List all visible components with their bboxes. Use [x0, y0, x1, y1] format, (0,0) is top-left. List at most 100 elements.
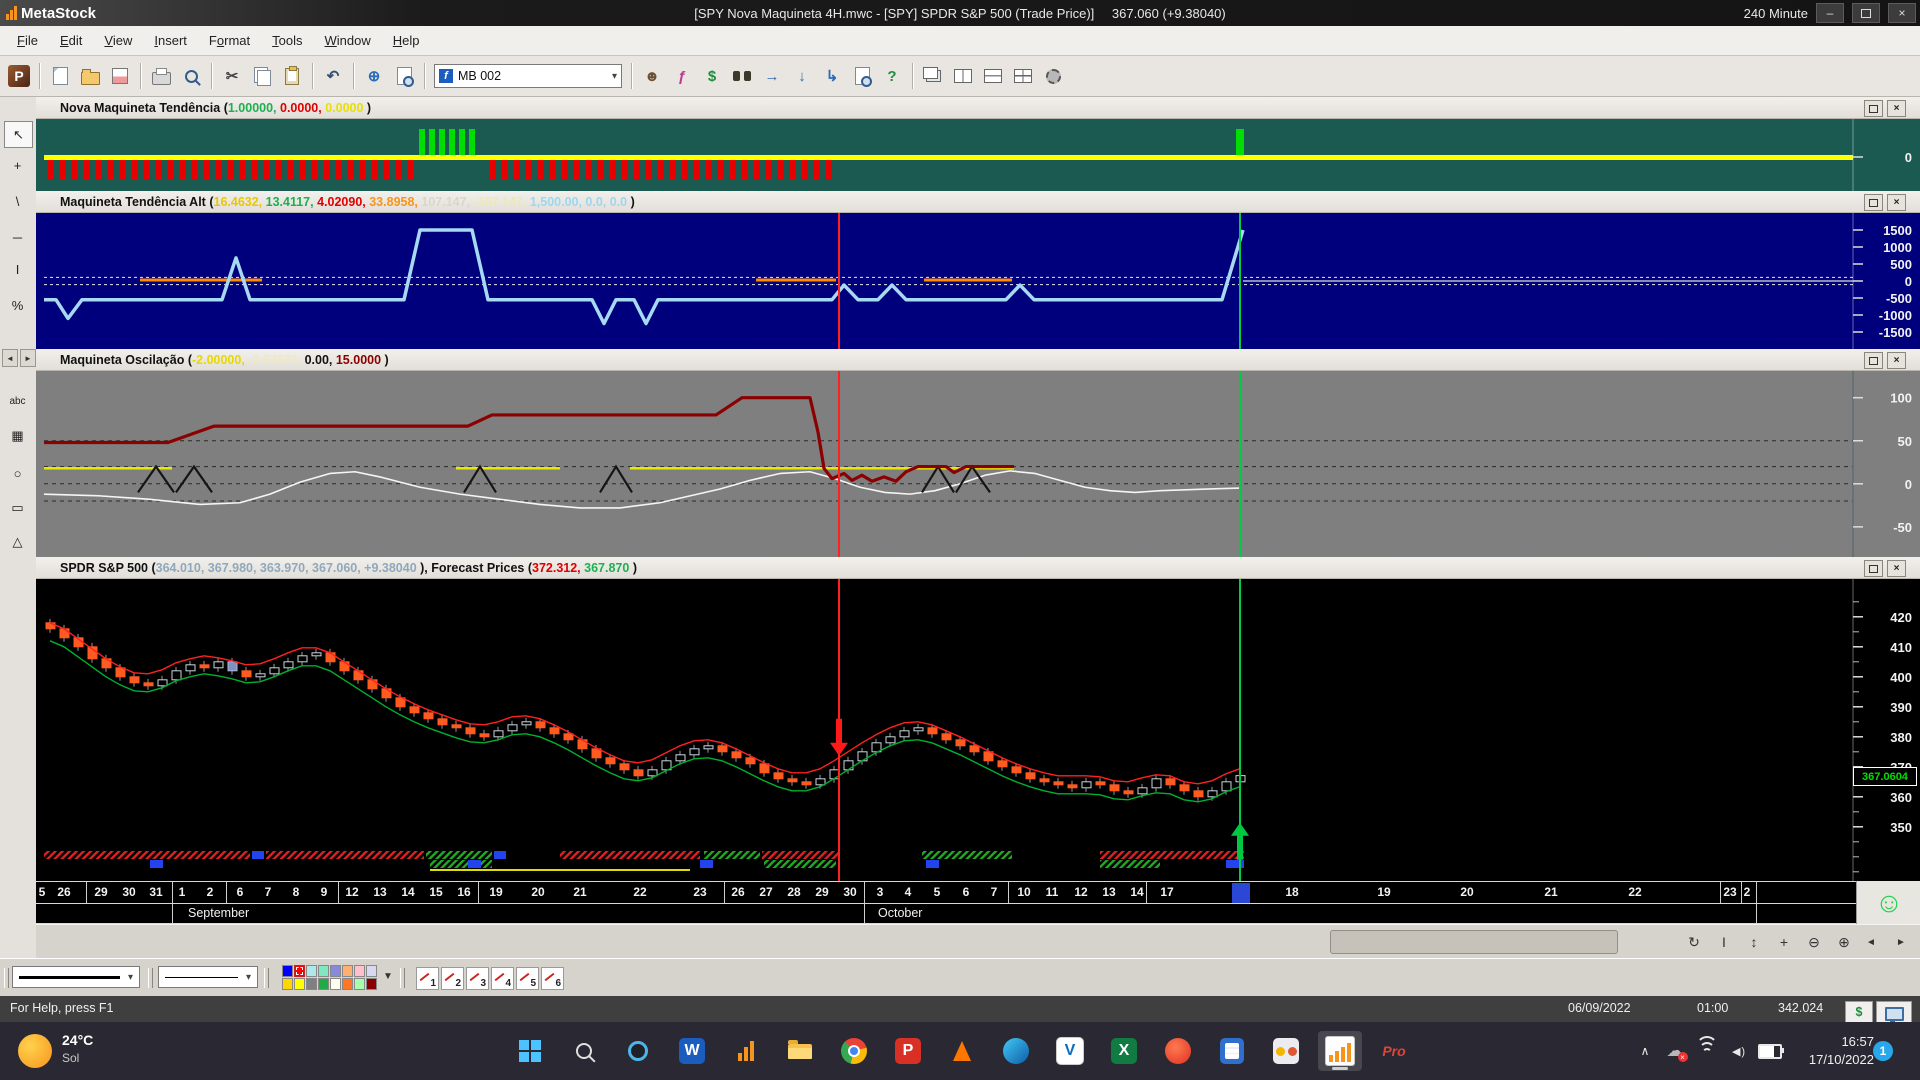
weather-temp[interactable]: 24°C: [62, 1032, 93, 1048]
menu-view[interactable]: View: [93, 29, 143, 52]
pro-icon[interactable]: Pro: [1372, 1031, 1416, 1071]
help-pointer-icon[interactable]: ?: [877, 62, 907, 90]
line-weight-combo[interactable]: ▾: [158, 966, 258, 988]
weather-sun-icon[interactable]: [18, 1034, 52, 1068]
crosshair-icon[interactable]: ⊕: [359, 62, 389, 90]
browser-icon[interactable]: [1156, 1031, 1200, 1071]
scroll-left-right[interactable]: ◄ ►: [2, 349, 36, 367]
word-icon[interactable]: W: [670, 1031, 714, 1071]
pane-close-button[interactable]: ×: [1887, 100, 1906, 117]
triangle-tool[interactable]: △: [4, 529, 31, 554]
dollar-status-button[interactable]: $: [1845, 1001, 1873, 1023]
indicator-builder-icon[interactable]: ƒ: [667, 62, 697, 90]
close-button[interactable]: ×: [1888, 3, 1916, 23]
palette-dropdown-arrow[interactable]: ▼: [383, 971, 393, 982]
color-swatch[interactable]: [354, 965, 365, 977]
print-icon[interactable]: [146, 62, 176, 90]
edge-icon[interactable]: [994, 1031, 1038, 1071]
crosshair-tool[interactable]: +: [4, 153, 31, 178]
tray-chevron-icon[interactable]: ∧: [1632, 1039, 1658, 1063]
menu-tools[interactable]: Tools: [261, 29, 313, 52]
copy-icon[interactable]: [247, 62, 277, 90]
pane-close-button[interactable]: ×: [1887, 194, 1906, 211]
calculator-icon[interactable]: [1210, 1031, 1254, 1071]
metastock-icon[interactable]: [1318, 1031, 1362, 1071]
abc-tool[interactable]: abc: [4, 389, 31, 414]
color-palette[interactable]: [282, 965, 379, 992]
weather-desc[interactable]: Sol: [62, 1051, 79, 1065]
notification-badge[interactable]: 1: [1873, 1041, 1893, 1061]
file-explorer-icon[interactable]: [778, 1031, 822, 1071]
monitor-status-button[interactable]: [1876, 1001, 1912, 1024]
system-tester-icon[interactable]: $: [697, 62, 727, 90]
pane-plot-3[interactable]: 420410400390380370360350: [36, 579, 1920, 881]
tile-vertical-icon[interactable]: [1008, 62, 1038, 90]
optionscope-icon[interactable]: ↳: [817, 62, 847, 90]
pane-restore-button[interactable]: [1864, 560, 1883, 577]
start-button[interactable]: [508, 1031, 552, 1071]
app-icon[interactable]: P: [4, 62, 34, 90]
tile-horizontal-icon[interactable]: [948, 62, 978, 90]
explorer-icon[interactable]: [727, 62, 757, 90]
pane-restore-button[interactable]: [1864, 100, 1883, 117]
scroll-right-button[interactable]: ►: [1888, 929, 1914, 955]
color-swatch[interactable]: [330, 978, 341, 990]
expert-arrow-icon[interactable]: →: [757, 62, 787, 90]
ellipse-tool[interactable]: ○: [4, 461, 31, 486]
taskbar-clock[interactable]: 16:57 17/10/2022: [1809, 1033, 1874, 1069]
vlc-icon[interactable]: [940, 1031, 984, 1071]
color-swatch[interactable]: [282, 965, 293, 977]
color-swatch[interactable]: [366, 978, 377, 990]
print-preview-icon[interactable]: [176, 62, 206, 90]
color-swatch[interactable]: [330, 965, 341, 977]
menu-help[interactable]: Help: [382, 29, 431, 52]
color-swatch[interactable]: [342, 978, 353, 990]
pan-icon[interactable]: +: [1771, 929, 1797, 955]
horizontal-line-tool[interactable]: ─: [4, 225, 31, 250]
onedrive-icon[interactable]: ☁ ×: [1662, 1039, 1688, 1063]
zoom-icon[interactable]: [389, 62, 419, 90]
vertical-scale-icon[interactable]: ↕: [1741, 929, 1767, 955]
vscode-icon[interactable]: V: [1048, 1031, 1092, 1071]
scroll-left-button[interactable]: ◄: [1858, 929, 1884, 955]
zoom-in-icon[interactable]: ⊕: [1831, 929, 1857, 955]
chart-app-icon[interactable]: [724, 1031, 768, 1071]
menu-insert[interactable]: Insert: [143, 29, 198, 52]
template-button-5[interactable]: 5: [516, 967, 539, 990]
refresh-icon[interactable]: ↻: [1681, 929, 1707, 955]
zoom-out-icon[interactable]: ⊖: [1801, 929, 1827, 955]
trendline-tool[interactable]: \: [4, 189, 31, 214]
pane-restore-button[interactable]: [1864, 352, 1883, 369]
cut-icon[interactable]: ✂: [217, 62, 247, 90]
color-swatch[interactable]: [282, 978, 293, 990]
color-swatch[interactable]: [366, 965, 377, 977]
downloader-icon[interactable]: ↓: [787, 62, 817, 90]
cursor-icon[interactable]: I: [1711, 929, 1737, 955]
color-swatch[interactable]: [306, 965, 317, 977]
rectangle-tool[interactable]: ▭: [4, 495, 31, 520]
date-axis[interactable]: 5 26 29 30 31 1 2 6 7 8 9 12 13 14 15 16 19 20 21 22 23 26 27 2…: [36, 881, 1920, 904]
color-swatch[interactable]: [354, 978, 365, 990]
expert-advisor-icon[interactable]: ☻: [637, 62, 667, 90]
undo-icon[interactable]: ↶: [318, 62, 348, 90]
volume-icon[interactable]: ◀): [1726, 1039, 1752, 1063]
battery-icon[interactable]: [1757, 1039, 1784, 1063]
new-chart-icon[interactable]: [45, 62, 75, 90]
open-icon[interactable]: [75, 62, 105, 90]
pdf-icon[interactable]: P: [886, 1031, 930, 1071]
wifi-icon[interactable]: [1694, 1036, 1720, 1063]
paste-icon[interactable]: [277, 62, 307, 90]
template-button-6[interactable]: 6: [541, 967, 564, 990]
pane-close-button[interactable]: ×: [1887, 560, 1906, 577]
pane-plot-1[interactable]: 1500 1000 500 0 -500 -1000 -1500: [36, 213, 1920, 349]
save-icon[interactable]: [105, 62, 135, 90]
template-button-1[interactable]: 1: [416, 967, 439, 990]
search-icon[interactable]: [562, 1031, 606, 1071]
template-button-2[interactable]: 2: [441, 967, 464, 990]
pane-restore-button[interactable]: [1864, 194, 1883, 211]
menu-format[interactable]: Format: [198, 29, 261, 52]
template-button-4[interactable]: 4: [491, 967, 514, 990]
minimize-button[interactable]: –: [1816, 3, 1844, 23]
color-swatch[interactable]: [306, 978, 317, 990]
menu-edit[interactable]: Edit: [49, 29, 93, 52]
